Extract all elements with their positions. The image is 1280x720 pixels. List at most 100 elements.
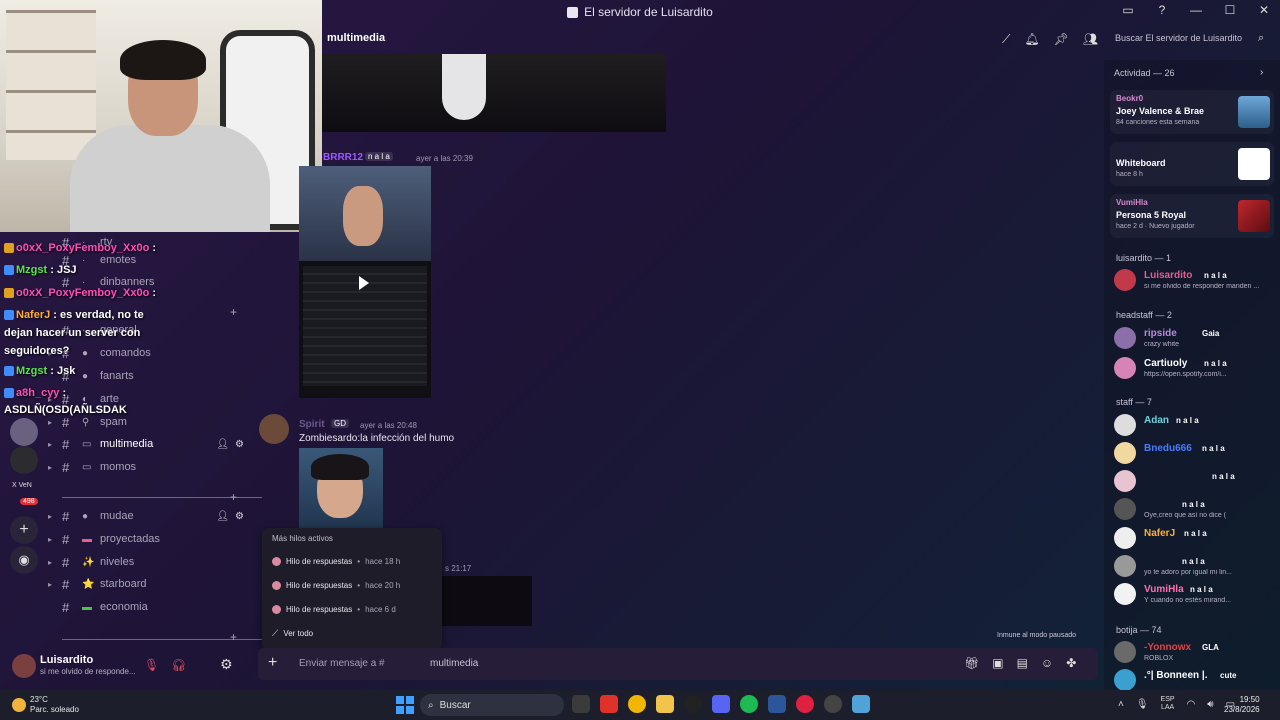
message-author[interactable]: Spirit	[299, 419, 325, 430]
app-icon[interactable]	[600, 695, 618, 713]
chevron-up-icon[interactable]: ˄	[1118, 699, 1124, 710]
app-icon[interactable]	[852, 695, 870, 713]
wifi-icon[interactable]: ◠	[1187, 699, 1196, 710]
message-composer[interactable]: + Enviar mensaje a # multimedia 🎁︎ ▣ ▤ ☺…	[258, 648, 1098, 680]
member-tag: n a l a	[1204, 359, 1227, 368]
pin-icon[interactable]: 📌︎	[1054, 32, 1069, 47]
spotify-icon[interactable]	[740, 695, 758, 713]
channel-item[interactable]: ▸ # ✨ niveles	[48, 552, 244, 572]
gif-icon[interactable]: ▣	[992, 656, 1003, 670]
activity-card[interactable]: Whiteboard hace 8 h	[1110, 142, 1274, 186]
mic-icon[interactable]: 🎙︎	[1136, 699, 1149, 710]
chrome-icon[interactable]	[628, 695, 646, 713]
chevron-right-icon[interactable]: ›	[1260, 67, 1263, 78]
channel-item[interactable]: ▸ # ⭐ starboard	[48, 574, 244, 594]
app-icon[interactable]	[796, 695, 814, 713]
member-item[interactable]: Bnedu666 n a l a	[1112, 441, 1276, 467]
gear-icon[interactable]: ⚙	[235, 439, 244, 450]
emoji-icon[interactable]: ☺	[1041, 656, 1053, 670]
invite-icon[interactable]: 👤︎	[216, 439, 229, 450]
clock[interactable]: 19:50 23/8/2026	[1224, 695, 1260, 715]
channel-item[interactable]: ▸ # ▭ momos	[48, 457, 244, 477]
xbox-icon[interactable]	[684, 695, 702, 713]
thread-item[interactable]: Hilo de respuestas • hace 6 d	[272, 597, 432, 621]
add-channel-icon[interactable]: +	[230, 630, 237, 644]
message-image[interactable]	[440, 576, 532, 626]
channel-label: niveles	[100, 556, 135, 568]
add-channel-icon[interactable]: +	[230, 305, 237, 319]
member-item[interactable]: VumiHla n a l a Y cuando no estés mirand…	[1112, 582, 1276, 608]
language-indicator[interactable]: ESP LAA	[1161, 696, 1175, 712]
gift-icon[interactable]: 🎁︎	[964, 656, 979, 670]
discord-icon[interactable]	[712, 695, 730, 713]
game-art	[1238, 200, 1270, 232]
member-item[interactable]: ripside Gaia crazy white	[1112, 326, 1276, 352]
see-all-threads-link[interactable]: ⟋ Ver todo	[272, 621, 432, 645]
volume-icon[interactable]: 🔊︎	[1207, 699, 1213, 710]
avatar[interactable]	[259, 414, 289, 444]
channel-item-active[interactable]: ▸ # ▭ multimedia 👤︎ ⚙	[48, 434, 244, 454]
server-item[interactable]	[10, 418, 38, 446]
search-icon[interactable]: ⌕	[1258, 32, 1264, 45]
message-image[interactable]	[322, 54, 666, 132]
members-icon[interactable]: 👥︎	[1083, 32, 1098, 47]
add-channel-icon[interactable]: +	[230, 490, 237, 504]
member-item[interactable]: n a l a	[1112, 469, 1276, 495]
thread-item[interactable]: Hilo de respuestas • hace 20 h	[272, 573, 432, 597]
channel-item[interactable]: ▸ # ▬ proyectadas	[48, 529, 244, 549]
member-item[interactable]: Adan n a l a	[1112, 413, 1276, 439]
apps-icon[interactable]: ✤	[1066, 656, 1076, 670]
play-icon[interactable]	[359, 276, 369, 290]
inbox-icon[interactable]: ▭	[1120, 3, 1136, 17]
sticker-icon[interactable]: ▤	[1017, 656, 1028, 670]
message-author[interactable]: BRRR12	[323, 152, 363, 163]
attach-plus-icon[interactable]: +	[268, 654, 277, 672]
activity-title: Persona 5 Royal	[1116, 210, 1187, 220]
close-button[interactable]: ✕	[1256, 3, 1272, 17]
activity-card[interactable]: Beokr0 Joey Valence & Brae 84 canciones …	[1110, 90, 1274, 134]
composer-placeholder[interactable]: Enviar mensaje a #	[299, 658, 385, 669]
channel-item[interactable]: ▸ # ● comandos	[48, 343, 244, 363]
channel-item[interactable]: # ● fanarts	[48, 366, 244, 386]
member-item[interactable]: n a l a Oye,creo que así no dice (	[1112, 497, 1276, 523]
activity-card[interactable]: VumiHla Persona 5 Royal hace 2 d · Nuevo…	[1110, 194, 1274, 238]
task-view-icon[interactable]	[572, 695, 590, 713]
user-name[interactable]: Luisardito	[40, 654, 93, 666]
maximize-button[interactable]: ☐	[1222, 3, 1238, 17]
settings-gear-icon[interactable]: ⚙	[220, 656, 233, 673]
explorer-icon[interactable]	[656, 695, 674, 713]
headphones-muted-icon[interactable]: 🎧︎	[171, 658, 186, 672]
discord-window: El servidor de Luisardito ▭ ? — ☐ ✕ mult…	[0, 0, 1280, 690]
threads-icon[interactable]: ⟋	[1002, 32, 1010, 47]
help-icon[interactable]: ?	[1154, 3, 1170, 17]
word-icon[interactable]	[768, 695, 786, 713]
bell-icon[interactable]: 🔔︎	[1024, 32, 1039, 47]
mic-muted-icon[interactable]: 🎙︎	[144, 658, 159, 672]
add-server-icon[interactable]: +	[10, 516, 38, 544]
image-attachment[interactable]	[299, 448, 383, 528]
taskbar-search[interactable]: ⌕ Buscar	[420, 694, 564, 716]
app-icon[interactable]	[824, 695, 842, 713]
chat-author: o0xX_PoxyFemboy_Xx0o	[16, 287, 150, 299]
member-item[interactable]: NaferJ n a l a	[1112, 526, 1276, 552]
invite-icon[interactable]: 👤︎	[216, 511, 229, 522]
member-item[interactable]: .°| Bonneen |. cute	[1112, 668, 1276, 690]
weather-widget[interactable]: 23°C Parc. soleado	[12, 695, 79, 715]
channel-item[interactable]: ▸ # ● mudae 👤︎ ⚙	[48, 506, 244, 526]
explore-icon[interactable]: ◉	[10, 546, 38, 574]
activity-title: Whiteboard	[1116, 158, 1166, 168]
member-item[interactable]: Cartiuoly n a l a https://open.spotify.c…	[1112, 356, 1276, 382]
taskbar-search-label: Buscar	[439, 699, 471, 711]
server-item[interactable]	[10, 446, 38, 474]
gear-icon[interactable]: ⚙	[235, 511, 244, 522]
member-item[interactable]: -Yonnowx GLA ROBLOX	[1112, 640, 1276, 666]
start-button[interactable]	[396, 696, 414, 714]
channel-item[interactable]: # ▬ economia	[48, 597, 244, 617]
thread-item[interactable]: Hilo de respuestas • hace 18 h	[272, 549, 432, 573]
search-input[interactable]: Buscar El servidor de Luisardito	[1115, 33, 1242, 43]
member-item[interactable]: Luisardito n a l a si me olvido de respo…	[1112, 268, 1276, 294]
minimize-button[interactable]: —	[1188, 3, 1204, 17]
avatar[interactable]	[12, 654, 36, 678]
video-attachment[interactable]	[299, 166, 431, 398]
member-item[interactable]: n a l a yo te adoro por igual mi lin...	[1112, 554, 1276, 580]
